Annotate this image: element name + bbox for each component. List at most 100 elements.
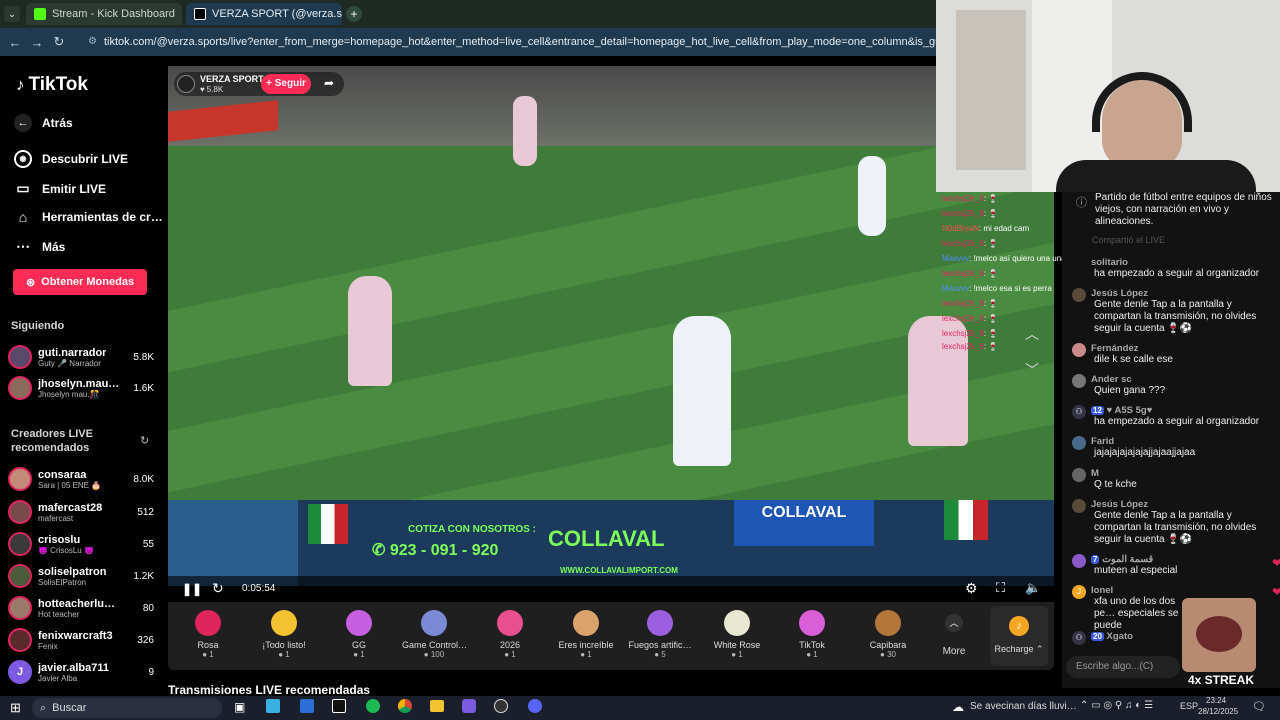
taskbar-search[interactable]: ⌕ Buscar — [32, 698, 222, 718]
task-view-icon[interactable]: ▣ — [234, 700, 245, 714]
nav-go-live[interactable]: ▭ Emitir LIVE — [14, 180, 106, 197]
weather-text[interactable]: Se avecinan días lluvi… — [970, 701, 1077, 712]
nav-creator-tools[interactable]: ⌂ Herramientas de cr… — [14, 209, 163, 225]
site-info-icon[interactable]: ⚙ — [88, 32, 97, 52]
chat-user[interactable]: Fernández — [1072, 343, 1272, 354]
avatar[interactable] — [1072, 554, 1086, 568]
gift-item[interactable]: GG ● 1 — [327, 608, 391, 659]
gift-item[interactable]: Rosa ● 1 — [176, 608, 240, 659]
reload-icon[interactable]: ↻ — [48, 34, 70, 50]
nav-discover-live[interactable]: ◉ Descubrir LIVE — [14, 150, 128, 168]
recommended-item[interactable]: mafercast28 mafercast 512 — [8, 497, 154, 527]
recommended-item[interactable]: J javier.alba711 Javier Alba 9 — [8, 657, 154, 687]
chat-user[interactable]: Ionel — [1072, 585, 1272, 596]
capybara-icon — [875, 610, 901, 636]
avatar[interactable] — [1072, 436, 1086, 450]
chrome-icon[interactable] — [398, 699, 412, 713]
chat-user[interactable]: Farid — [1072, 436, 1272, 447]
settings-icon[interactable]: ⚙ — [965, 580, 978, 597]
close-tab-icon[interactable]: ✕ — [181, 8, 182, 21]
refresh-icon[interactable]: ↻ — [212, 580, 224, 597]
nav-more[interactable]: ⋯ Más — [14, 238, 65, 255]
obs-icon[interactable] — [494, 699, 508, 713]
avatar — [8, 596, 32, 620]
chat-message: solitario ha empezado a seguir al organiz… — [1072, 257, 1272, 280]
overlay-user: lexchsj2k_8 — [942, 239, 984, 248]
pause-icon[interactable]: ❚❚ — [182, 582, 202, 596]
host-avatar[interactable] — [177, 75, 195, 93]
recommended-item[interactable]: hotteacherlu… Hot teacher 80 — [8, 593, 154, 623]
tab-kick-dashboard[interactable]: Stream - Kick Dashboard ✕ — [26, 3, 182, 25]
host-name[interactable]: VERZA SPORT — [200, 74, 264, 84]
container: COLLAVAL — [734, 500, 874, 546]
discord-icon[interactable] — [528, 699, 542, 713]
fullscreen-icon[interactable]: ⛶ — [996, 580, 1005, 596]
chat-input[interactable]: Escribe algo...(C) — [1066, 656, 1180, 678]
live-video[interactable] — [168, 66, 1054, 500]
gift-item[interactable]: Game Control… ● 100 — [402, 608, 466, 659]
app-icon[interactable] — [462, 699, 476, 713]
get-coins-button[interactable]: ⊛ Obtener Monedas — [13, 269, 147, 295]
chat-user[interactable]: Jesús López — [1072, 288, 1272, 299]
chat-user[interactable]: solitario — [1072, 257, 1272, 268]
recommended-item[interactable]: consaraa Sara | 05 ENE 🎂 8.0K — [8, 464, 154, 494]
overlay-text: : 🍷 — [983, 269, 999, 278]
recharge-button[interactable]: ♪ Recharge ⌃ — [990, 606, 1048, 666]
share-icon[interactable]: ➦ — [324, 76, 334, 90]
follow-button[interactable]: + Seguir — [261, 74, 311, 94]
gift-item[interactable]: 2026 ● 1 — [478, 608, 542, 659]
notifications-icon[interactable]: 🗨 — [1252, 700, 1266, 713]
following-item[interactable]: jhoselyn.mau… Jhoselyn mau.🎊 1.6K — [8, 373, 154, 403]
windows-start-icon[interactable]: ⊞ — [10, 700, 21, 716]
avatar[interactable] — [1072, 374, 1086, 388]
tiktok-logo[interactable]: ♪ TikTok — [16, 74, 88, 96]
url-input[interactable]: ⚙ tiktok.com/@verza.sports/live?enter_fr… — [86, 32, 936, 52]
store-icon[interactable] — [266, 699, 280, 713]
new-tab-button[interactable]: + — [346, 6, 362, 22]
chevron-up-icon[interactable]: ︿ — [1022, 324, 1042, 344]
clock-time[interactable]: 23:24 — [1206, 696, 1226, 705]
gift-item[interactable]: Fuegos artific… ● 5 — [628, 608, 692, 659]
back-link[interactable]: ← Atrás — [14, 114, 73, 132]
chat-user[interactable]: Jesús López — [1072, 499, 1272, 510]
refresh-icon[interactable]: ↻ — [140, 434, 149, 447]
avatar[interactable] — [1072, 288, 1086, 302]
avatar[interactable]: J — [1072, 585, 1086, 599]
back-icon[interactable]: ← — [4, 35, 26, 50]
chat-user[interactable]: 7 قسمة الموت — [1072, 554, 1272, 565]
heart-icon: ❤ — [1271, 585, 1280, 599]
viewer-count: 9 — [148, 666, 154, 678]
following-item[interactable]: guti.narrador Guty 🎤 Narrador 5.8K — [8, 342, 154, 372]
tray-icons[interactable]: ⌃ ▭ ◎ ⚲ ♫ ◐ ☰ — [1080, 700, 1153, 711]
avatar[interactable] — [1072, 343, 1086, 357]
gift-item[interactable]: Capibara ● 30 — [856, 608, 920, 659]
tab-tiktok-live[interactable]: VERZA SPORT (@verza.spo… ✕ — [186, 3, 342, 25]
tiktok-app-icon[interactable] — [332, 699, 346, 713]
user-name: guti.narrador — [38, 346, 107, 359]
gift-item[interactable]: White Rose ● 1 — [705, 608, 769, 659]
explorer-icon[interactable] — [430, 700, 444, 712]
chat-user[interactable]: Ander sc — [1072, 374, 1272, 385]
recommended-item[interactable]: crisoslu 😈 CrisosLu 😈 55 — [8, 529, 154, 559]
overlay-chat-line: lexchsj2k_8: 🍷 — [942, 329, 998, 338]
recommended-item[interactable]: fenixwarcraft3 Fenix 326 — [8, 625, 154, 655]
avatar[interactable] — [1072, 499, 1086, 513]
tab-menu-button[interactable]: ⌄ — [4, 6, 20, 22]
recommended-item[interactable]: soliselpatron SolisElPatron 1.2K — [8, 561, 154, 591]
spotify-icon[interactable] — [366, 699, 380, 713]
gift-item[interactable]: Eres increíble ● 1 — [554, 608, 618, 659]
more-gifts-button[interactable]: ︿ More — [934, 614, 974, 657]
avatar[interactable] — [1072, 468, 1086, 482]
viewer-count: 8.0K — [133, 473, 154, 485]
chat-user[interactable]: 12 ♥ A5S 5g♥ — [1072, 405, 1272, 416]
chat-user[interactable]: M — [1072, 468, 1272, 479]
volume-icon[interactable]: 🔈 — [1025, 580, 1041, 596]
gift-item[interactable]: TikTok ● 1 — [780, 608, 844, 659]
clock-date[interactable]: 28/12/2025 — [1198, 707, 1238, 716]
outlook-icon[interactable] — [300, 699, 314, 713]
forward-icon[interactable]: → — [26, 35, 48, 50]
language-indicator[interactable]: ESP — [1180, 701, 1198, 711]
chevron-down-icon[interactable]: ﹀ — [1022, 360, 1042, 380]
gift-item[interactable]: ¡Todo listo! ● 1 — [252, 608, 316, 659]
follow-icon: ⚇ — [1072, 405, 1086, 419]
